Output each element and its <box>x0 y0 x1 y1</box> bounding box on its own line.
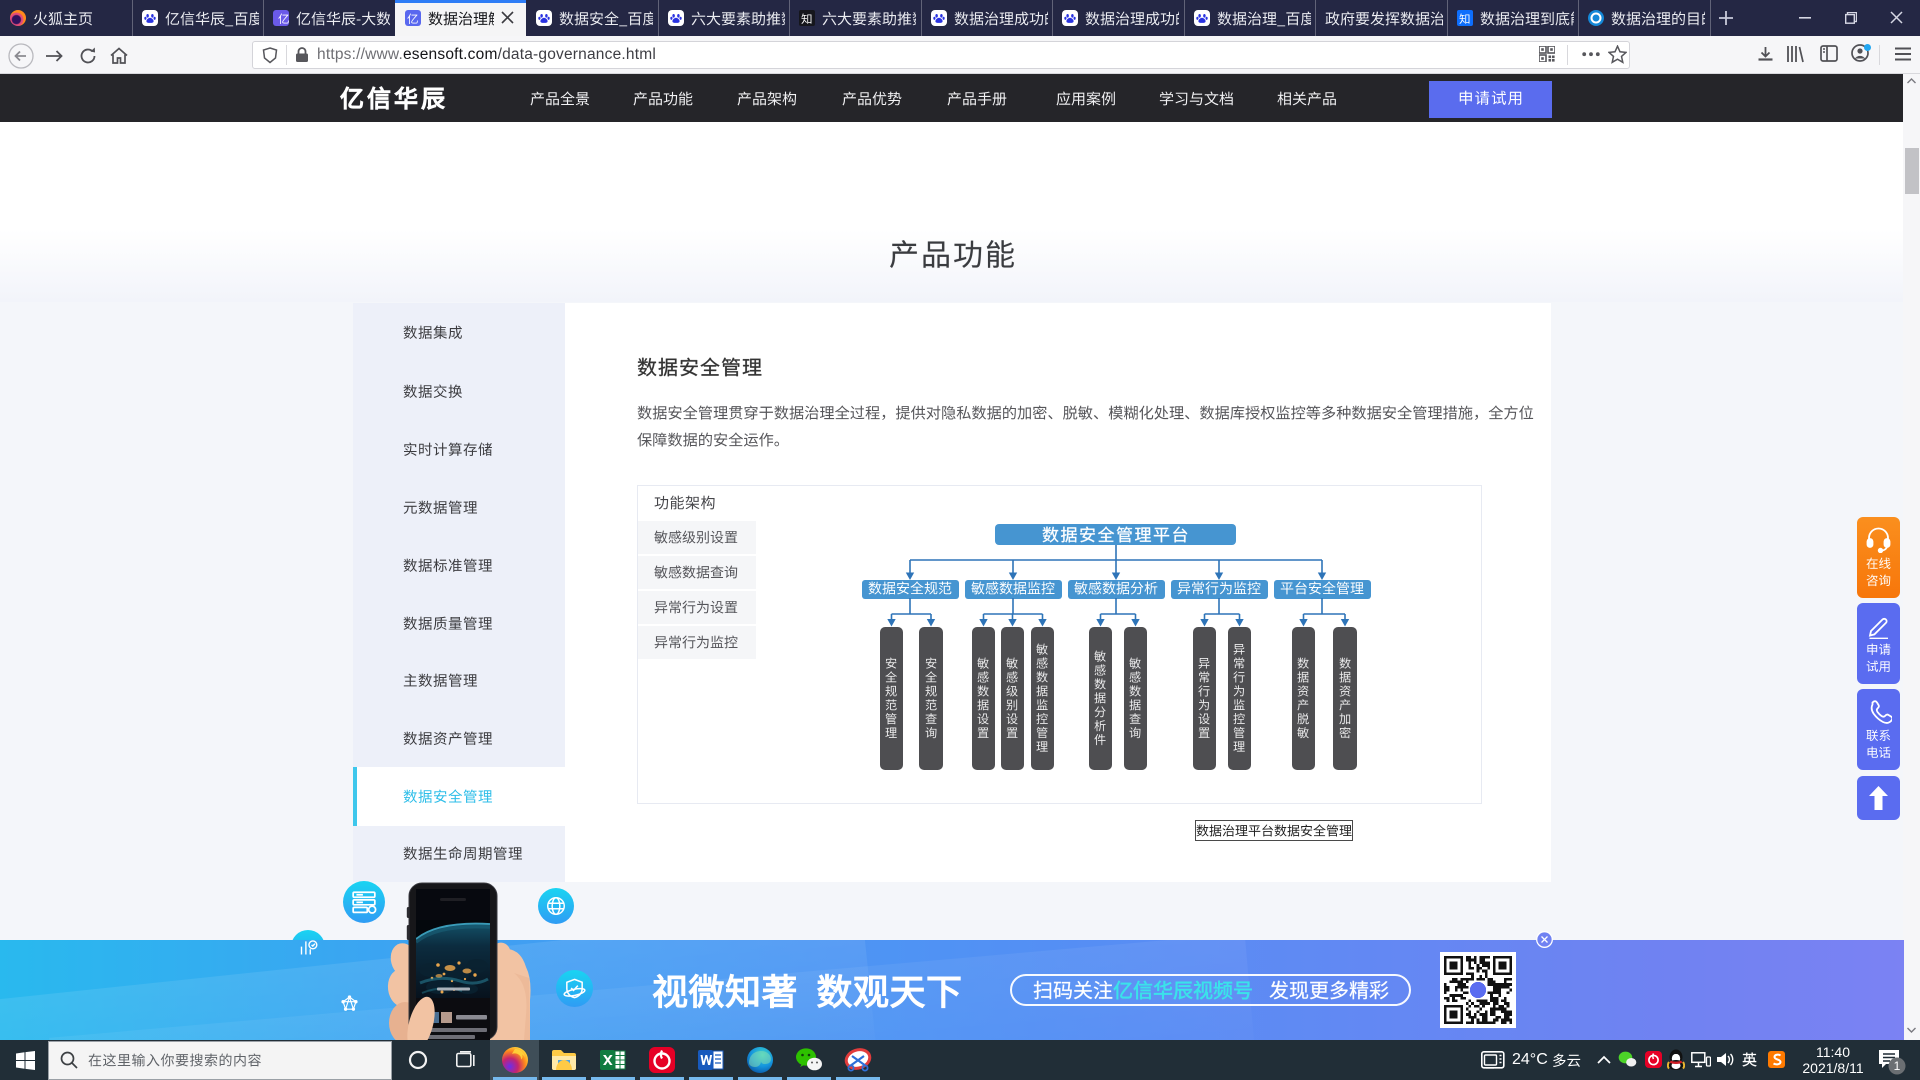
svg-text:1: 1 <box>1894 1059 1901 1073</box>
